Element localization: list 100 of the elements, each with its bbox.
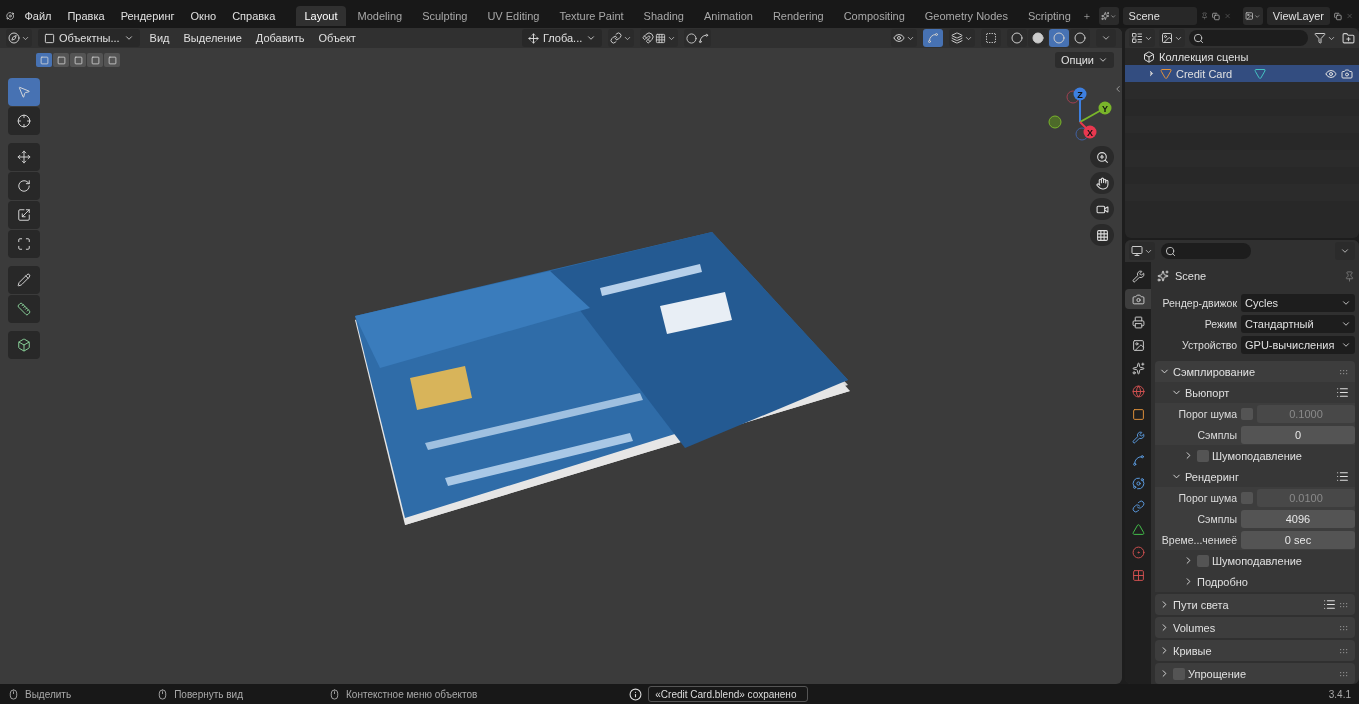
drag-handle-icon[interactable] <box>1339 624 1349 631</box>
menu-item[interactable]: Вид <box>145 32 174 44</box>
camera-icon[interactable] <box>1341 67 1353 80</box>
ruler-icon <box>17 302 31 316</box>
gizmo-toggle[interactable] <box>923 29 943 47</box>
expand-icon[interactable] <box>1147 69 1156 78</box>
eye-icon[interactable] <box>1325 67 1337 80</box>
panel-header[interactable]: Volumes <box>1155 617 1355 638</box>
dropdown-field[interactable]: GPU-вычисления <box>1241 335 1355 354</box>
select-mode-button[interactable] <box>53 53 69 67</box>
new-collection-icon[interactable] <box>1342 31 1355 45</box>
chevron-left-icon[interactable] <box>1113 84 1122 94</box>
workspace-tab[interactable]: Texture Paint <box>551 6 632 26</box>
zoom-button[interactable] <box>1090 146 1114 168</box>
shading-button[interactable] <box>1028 29 1048 47</box>
visibility-button[interactable] <box>891 29 917 47</box>
menu-item[interactable]: Объект <box>314 32 360 44</box>
checkbox[interactable] <box>1197 554 1209 567</box>
list-icon[interactable] <box>1336 386 1349 399</box>
tool-button[interactable] <box>8 230 40 258</box>
drag-handle-icon[interactable] <box>1339 670 1349 677</box>
panel-header[interactable]: Упрощение <box>1155 663 1355 684</box>
overlays-button[interactable] <box>949 29 975 47</box>
perspective-button[interactable] <box>1090 224 1114 246</box>
view-button[interactable] <box>1159 29 1185 47</box>
camera-view-button[interactable] <box>1090 198 1114 220</box>
proportional-button[interactable] <box>684 29 712 47</box>
outliner-row[interactable]: Credit Card <box>1125 65 1359 82</box>
tool-button[interactable] <box>8 295 40 323</box>
editor-type-button[interactable] <box>1129 242 1155 260</box>
editor-type-button[interactable] <box>6 29 32 47</box>
workspace-tab[interactable]: Shading <box>635 6 692 26</box>
menu-item[interactable]: Справка <box>226 8 282 24</box>
menu-item[interactable]: Добавить <box>251 32 309 44</box>
panel-header[interactable]: Пути света <box>1155 594 1355 615</box>
menu-item[interactable]: Выделение <box>179 32 246 44</box>
select-mode-button[interactable] <box>70 53 86 67</box>
list-icon[interactable] <box>1323 598 1336 611</box>
drag-handle-icon[interactable] <box>1339 601 1349 608</box>
orientation-dropdown[interactable]: Глоба... <box>521 29 603 47</box>
select-mode-button[interactable] <box>104 53 120 67</box>
drag-handle-icon[interactable] <box>1339 368 1349 375</box>
checkbox[interactable] <box>1197 449 1209 462</box>
workspace-tab[interactable]: Scripting <box>1019 6 1079 26</box>
number-field[interactable]: 0 sec <box>1241 530 1355 549</box>
panel-header[interactable]: Подробно <box>1155 571 1355 592</box>
workspace-tab[interactable]: Animation <box>696 6 761 26</box>
scene-selector[interactable] <box>1098 7 1119 25</box>
mesh-data-icon <box>1131 522 1145 536</box>
number-field[interactable]: 0 <box>1241 425 1355 444</box>
menu-item[interactable]: Окно <box>184 8 223 24</box>
tool-button[interactable] <box>8 266 40 294</box>
snap-button[interactable] <box>640 29 679 47</box>
tool-button[interactable] <box>8 201 40 229</box>
panel-header[interactable]: Рендеринг <box>1155 466 1355 487</box>
tool-button[interactable] <box>8 331 40 359</box>
panel-header[interactable]: Вьюпорт <box>1155 382 1355 403</box>
pan-button[interactable] <box>1090 172 1114 194</box>
drag-handle-icon[interactable] <box>1339 647 1349 654</box>
panel-header[interactable]: Шумоподавление <box>1155 445 1355 466</box>
logo-icon[interactable] <box>6 9 15 23</box>
workspace-tab[interactable]: Layout <box>296 6 346 26</box>
menu-item[interactable]: Правка <box>61 8 111 24</box>
tool-button[interactable] <box>8 143 40 171</box>
workspace-tab[interactable]: UV Editing <box>479 6 548 26</box>
shading-button[interactable] <box>1070 29 1090 47</box>
dropdown-field[interactable]: Cycles <box>1241 293 1355 312</box>
panel-title: Пути света <box>1173 598 1230 611</box>
workspace-tab[interactable]: Geometry Nodes <box>916 6 1016 26</box>
workspace-tab[interactable]: Rendering <box>764 6 832 26</box>
shading-button[interactable] <box>1007 29 1027 47</box>
view-layer-selector[interactable] <box>1242 7 1263 25</box>
axis-gizmo[interactable] <box>1048 87 1112 141</box>
menu-item[interactable]: Рендеринг <box>114 8 181 24</box>
options-button[interactable]: Опции <box>1054 52 1114 68</box>
panel-header[interactable]: Кривые <box>1155 640 1355 661</box>
search-field[interactable] <box>1161 243 1251 259</box>
workspace-tab[interactable]: Modeling <box>349 6 411 26</box>
dropdown-field[interactable]: Стандартный <box>1241 314 1355 333</box>
transform-icon <box>17 237 31 251</box>
xray-button[interactable] <box>981 29 1001 47</box>
pivot-button[interactable] <box>608 29 635 47</box>
list-icon[interactable] <box>1336 470 1349 483</box>
properties-tab[interactable] <box>1125 289 1151 309</box>
number-field[interactable]: 4096 <box>1241 509 1355 528</box>
scene-field[interactable]: Scene <box>1122 7 1197 25</box>
menu-item[interactable]: Файл <box>18 8 58 24</box>
search-field[interactable] <box>1189 30 1308 46</box>
workspace-tab[interactable]: Sculpting <box>414 6 476 26</box>
workspace-tab[interactable]: Compositing <box>835 6 913 26</box>
magnet-icon <box>642 32 655 44</box>
display-mode-button[interactable] <box>1129 29 1155 47</box>
view-layer-field[interactable]: ViewLayer <box>1266 7 1330 25</box>
panel-header[interactable]: Шумоподавление <box>1155 550 1355 571</box>
select-mode-button[interactable] <box>87 53 103 67</box>
mode-dropdown[interactable]: Объектны... <box>38 29 140 47</box>
tool-button[interactable] <box>8 172 40 200</box>
tool-button[interactable] <box>8 107 40 135</box>
panel-header[interactable]: Сэмплирование <box>1155 361 1355 382</box>
list-icon <box>1131 32 1143 44</box>
